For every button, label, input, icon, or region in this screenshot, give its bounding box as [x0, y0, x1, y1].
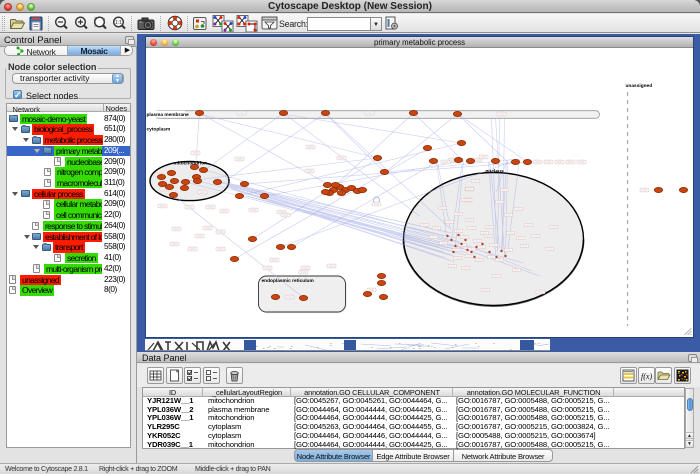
svg-text:f(x): f(x) [641, 372, 652, 381]
svg-text:plasma membrane: plasma membrane [147, 111, 189, 117]
svg-text:1:1: 1:1 [115, 20, 122, 26]
svg-text:unassigned: unassigned [626, 83, 653, 89]
svg-text:cytoplasm: cytoplasm [147, 126, 171, 132]
svg-text:mitochondrion: mitochondrion [174, 160, 208, 166]
svg-text:endoplasmic reticulum: endoplasmic reticulum [262, 278, 314, 284]
svg-text:nucleus: nucleus [486, 168, 504, 174]
